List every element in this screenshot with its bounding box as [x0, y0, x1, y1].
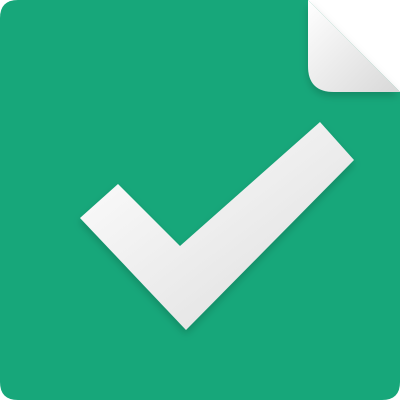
- document-check-icon: [0, 0, 400, 400]
- folded-corner-shape: [308, 0, 400, 92]
- icon-canvas: [0, 0, 400, 400]
